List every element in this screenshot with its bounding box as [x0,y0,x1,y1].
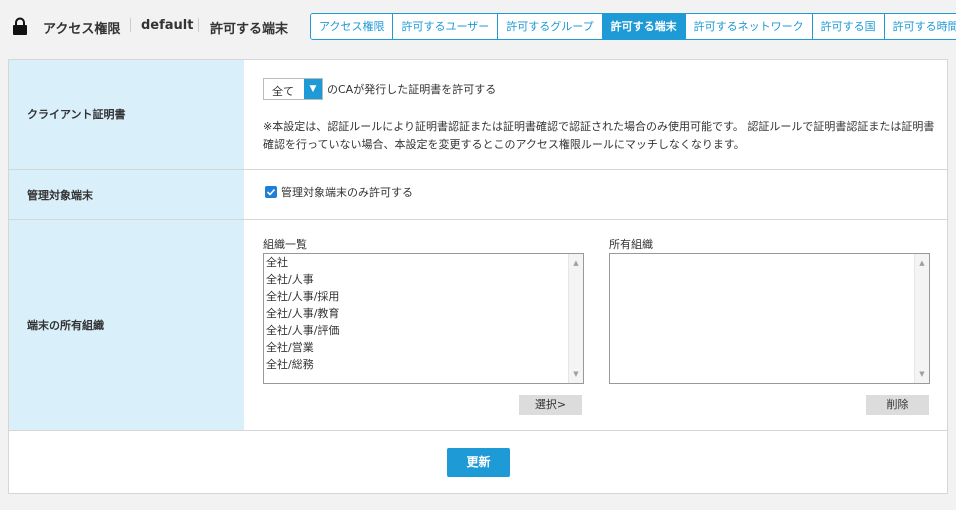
list-item[interactable]: 全社/人事/教育 [264,305,583,322]
list-item[interactable]: 全社/人事/評価 [264,322,583,339]
list-item[interactable]: 全社/総務 [264,356,583,373]
list-item[interactable]: 全社 [264,254,583,271]
client-cert-label: クライアント証明書 [27,108,126,121]
chevron-down-icon: ▼ [304,79,322,99]
header: アクセス権限 default 許可する端末 アクセス権限 許可するユーザー 許可… [0,0,956,52]
update-button[interactable]: 更新 [447,448,510,477]
scrollbar[interactable]: ▲ ▼ [914,254,929,383]
settings-panel: クライアント証明書 全て ▼ のCAが発行した証明書を許可する ※本設定は、認証… [8,59,948,494]
select-button[interactable]: 選択> [519,395,582,415]
delete-button[interactable]: 削除 [866,395,929,415]
managed-row: 管理対象端末 [9,170,947,220]
scroll-down-icon[interactable]: ▼ [569,367,583,381]
list-item[interactable]: 全社/営業 [264,339,583,356]
client-cert-note: ※本設定は、認証ルールにより証明書認証または証明書確認で認証された場合のみ使用可… [263,120,935,151]
org-list-title: 組織一覧 [263,238,307,251]
tab-time[interactable]: 許可する時間 [884,14,956,39]
breadcrumb-separator [198,18,199,32]
scrollbar[interactable]: ▲ ▼ [568,254,583,383]
scroll-down-icon[interactable]: ▼ [915,367,929,381]
tab-bar: アクセス権限 許可するユーザー 許可するグループ 許可する端末 許可するネットワ… [310,13,956,40]
ca-select[interactable]: 全て ▼ [263,78,323,100]
managed-label-cell: 管理対象端末 [9,170,244,219]
lock-icon [13,17,27,35]
managed-only-label[interactable]: 管理対象端末のみ許可する [281,184,413,200]
ca-select-suffix: のCAが発行した証明書を許可する [327,83,497,96]
scroll-up-icon[interactable]: ▲ [569,256,583,270]
tab-access[interactable]: アクセス権限 [311,14,394,39]
org-label-cell: 端末の所有組織 [9,220,244,430]
client-cert-label-cell: クライアント証明書 [9,60,244,169]
managed-label: 管理対象端末 [27,189,93,202]
tab-groups[interactable]: 許可するグループ [498,14,603,39]
org-label: 端末の所有組織 [27,319,104,332]
tab-devices[interactable]: 許可する端末 [602,14,686,39]
managed-only-checkbox[interactable] [265,186,277,198]
scroll-up-icon[interactable]: ▲ [915,256,929,270]
breadcrumb-rule[interactable]: default [141,18,193,33]
tab-users[interactable]: 許可するユーザー [393,14,499,39]
owned-org-listbox[interactable]: ▲ ▼ [609,253,930,384]
ca-select-value: 全て [272,85,294,98]
breadcrumb-access[interactable]: アクセス権限 [43,18,120,37]
list-item[interactable]: 全社/人事/採用 [264,288,583,305]
list-item[interactable]: 全社/人事 [264,271,583,288]
tab-networks[interactable]: 許可するネットワーク [685,14,813,39]
owned-org-title: 所有組織 [609,238,653,251]
breadcrumb-separator [130,18,131,32]
tab-countries[interactable]: 許可する国 [812,14,885,39]
page-title: 許可する端末 [210,22,289,37]
check-icon [266,188,276,196]
org-listbox[interactable]: 全社 全社/人事 全社/人事/採用 全社/人事/教育 全社/人事/評価 全社/営… [263,253,584,384]
